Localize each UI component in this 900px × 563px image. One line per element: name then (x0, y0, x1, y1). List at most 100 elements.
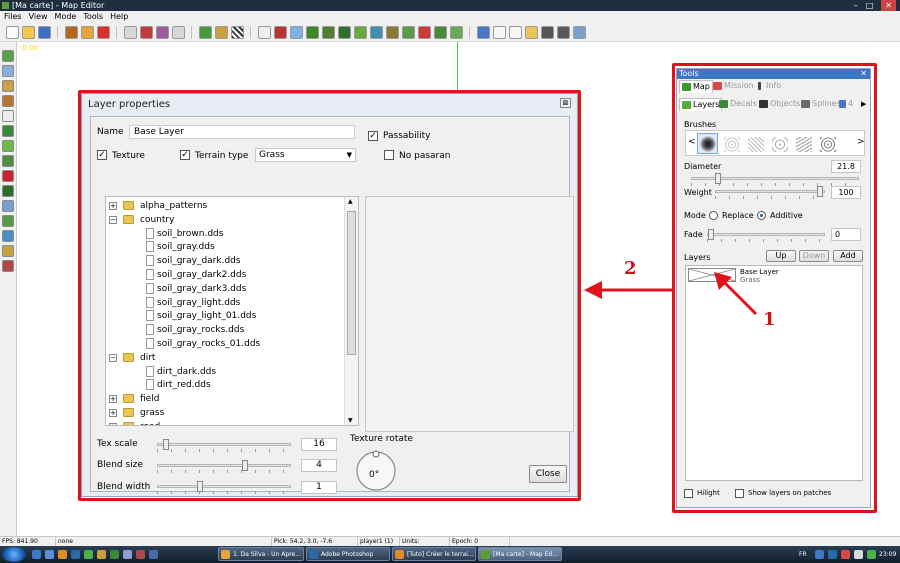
flag-tool-icon[interactable] (418, 25, 431, 39)
quicklaunch-photoshop-icon[interactable] (71, 550, 80, 559)
blend-size-value[interactable]: 4 (301, 459, 337, 472)
quicklaunch-firefox-icon[interactable] (58, 550, 67, 559)
chevron-left-icon[interactable]: < (688, 137, 696, 147)
quicklaunch-folder-icon[interactable] (97, 550, 106, 559)
quicklaunch-explorer-icon[interactable] (149, 550, 158, 559)
layer-add-button[interactable]: Add (833, 250, 863, 262)
water-tool-icon[interactable] (370, 25, 383, 39)
decal-tool-icon[interactable] (322, 25, 335, 39)
quicklaunch-ie-icon[interactable] (32, 550, 41, 559)
settings-tools-icon[interactable] (573, 25, 586, 39)
script-tool-icon[interactable] (493, 25, 506, 39)
spline-tool-icon[interactable] (402, 25, 415, 39)
new-map-icon[interactable] (6, 25, 19, 39)
undo-icon[interactable] (124, 25, 137, 39)
layer-up-button[interactable]: Up (766, 250, 796, 262)
scrollbar-thumb[interactable] (347, 211, 356, 355)
brush-noise-3[interactable] (769, 133, 790, 154)
fade-value[interactable]: 0 (831, 228, 861, 241)
quicklaunch-desktop-icon[interactable] (45, 550, 54, 559)
expand-icon[interactable]: + (109, 409, 117, 417)
taskbar-item-music[interactable]: 1. Da Silva - Un Apre... (218, 547, 304, 561)
brush-noise-2[interactable] (745, 133, 766, 154)
menu-tools[interactable]: Tools (83, 11, 103, 23)
diameter-value[interactable]: 21.8 (831, 160, 861, 173)
taskbar-item-photoshop[interactable]: Adobe Photoshop (306, 547, 390, 561)
path-mode-icon[interactable] (2, 245, 14, 257)
expand-icon[interactable]: + (109, 202, 117, 210)
tab-info[interactable]: Info (753, 80, 783, 93)
chevron-right-icon[interactable]: > (857, 137, 865, 147)
tray-app-icon[interactable] (828, 550, 837, 559)
diameter-slider[interactable] (691, 173, 859, 186)
camera-tool-icon[interactable] (557, 25, 570, 39)
tray-security-icon[interactable] (841, 550, 850, 559)
layer-down-button[interactable]: Down (799, 250, 829, 262)
passability-checkbox[interactable]: ✓ (368, 131, 378, 141)
blend-width-slider[interactable] (157, 481, 291, 494)
collapse-icon[interactable]: − (109, 353, 117, 362)
hilight-checkbox[interactable] (684, 489, 693, 498)
language-indicator[interactable]: FR (799, 546, 807, 563)
tray-volume-icon[interactable] (854, 550, 863, 559)
weight-slider[interactable] (715, 186, 825, 199)
menu-mode[interactable]: Mode (55, 11, 77, 23)
tab-decals[interactable]: Decals (717, 98, 759, 111)
height-tool-icon[interactable] (215, 25, 228, 39)
start-button[interactable] (2, 547, 26, 562)
water-mode-icon[interactable] (2, 65, 14, 77)
house-mode-icon[interactable] (2, 95, 14, 107)
save-icon[interactable] (38, 25, 51, 39)
quicklaunch-switch-icon[interactable] (123, 550, 132, 559)
expand-icon[interactable]: + (109, 395, 117, 404)
open-folder-icon[interactable] (22, 25, 35, 39)
tree-scrollbar[interactable]: ▲ ▼ (344, 197, 358, 425)
grid-mode-icon[interactable] (2, 125, 14, 137)
texture-tool-icon[interactable] (306, 25, 319, 39)
tex-scale-value[interactable]: 16 (301, 438, 337, 451)
weight-value[interactable]: 100 (831, 186, 861, 199)
mission-tool-icon[interactable] (477, 25, 490, 39)
terrain-icon[interactable] (65, 25, 78, 39)
terrain-type-select[interactable]: Grass ▼ (255, 148, 356, 162)
menu-help[interactable]: Help (110, 11, 128, 23)
quicklaunch-app-icon[interactable] (136, 550, 145, 559)
menu-view[interactable]: View (29, 11, 48, 23)
export-icon[interactable] (81, 25, 94, 39)
field-mode-icon[interactable] (2, 155, 14, 167)
hill-mode-icon[interactable] (2, 215, 14, 227)
tab-mission[interactable]: Mission (711, 80, 756, 93)
scroll-down-icon[interactable]: ▼ (348, 417, 353, 424)
trigger-tool-icon[interactable] (525, 25, 538, 39)
tab-layers[interactable]: Layers (679, 98, 723, 111)
fade-slider[interactable] (707, 229, 825, 242)
show-layers-checkbox[interactable] (735, 489, 744, 498)
brush-noise-5[interactable] (817, 133, 838, 154)
blend-size-slider[interactable] (157, 460, 291, 473)
forest-mode-icon[interactable] (2, 185, 14, 197)
brush-noise-4[interactable] (793, 133, 814, 154)
mode-replace-radio[interactable] (709, 211, 718, 220)
tree-tool-icon[interactable] (434, 25, 447, 39)
quicklaunch-game-icon[interactable] (110, 550, 119, 559)
taskbar-item-map-editor[interactable]: [Ma carte] - Map Ed... (478, 547, 562, 561)
lake-mode-icon[interactable] (2, 230, 14, 242)
close-button[interactable]: Close (529, 465, 567, 483)
layer-paint-icon[interactable] (290, 25, 303, 39)
quicklaunch-media-icon[interactable] (84, 550, 93, 559)
road-tool-icon[interactable] (386, 25, 399, 39)
zone-mode-icon[interactable] (2, 260, 14, 272)
scroll-up-icon[interactable]: ▲ (348, 198, 353, 205)
texture-tree[interactable]: + alpha_patterns − country soil_brown.dds soi… (105, 196, 359, 426)
tex-scale-slider[interactable] (157, 439, 291, 452)
tab-objects[interactable]: Objects (757, 98, 802, 111)
redo-icon[interactable] (172, 25, 185, 39)
tab-more[interactable]: 4 (837, 98, 855, 111)
grass-mode-icon[interactable] (2, 140, 14, 152)
brush-noise-1[interactable] (721, 133, 742, 154)
building-mode-icon[interactable] (2, 80, 14, 92)
select-cursor-icon[interactable] (258, 25, 271, 39)
terrain-type-checkbox[interactable]: ✓ (180, 150, 190, 160)
paint-icon[interactable] (140, 25, 153, 39)
close-window-button[interactable]: ✕ (881, 0, 896, 11)
